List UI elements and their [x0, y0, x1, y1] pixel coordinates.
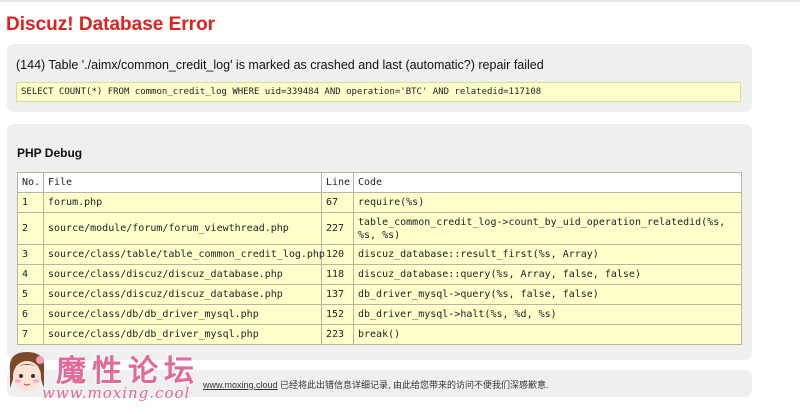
row-file: source/module/forum/forum_viewthread.php [43, 212, 322, 245]
error-panel: (144) Table './aimx/common_credit_log' i… [7, 44, 752, 112]
row-code: db_driver_mysql->query(%s, false, false) [353, 284, 742, 305]
row-no: 2 [17, 212, 44, 245]
sql-query: SELECT COUNT(*) FROM common_credit_log W… [16, 82, 741, 102]
row-file: source/class/table/table_common_credit_l… [43, 244, 325, 265]
row-line: 120 [321, 244, 354, 265]
row-code: table_common_credit_log->count_by_uid_op… [353, 212, 742, 245]
table-header-row: No. File Line Code [17, 172, 742, 193]
row-code: discuz_database::result_first(%s, Array) [353, 244, 742, 265]
footer-message: 已经将此出错信息详细记录, 由此给您带来的访问不便我们深感歉意. [277, 380, 549, 390]
row-line: 227 [321, 212, 354, 245]
row-code: require(%s) [353, 192, 742, 213]
row-no: 7 [17, 324, 44, 345]
row-no: 6 [17, 304, 44, 325]
top-border [0, 0, 800, 2]
row-line: 223 [321, 324, 354, 345]
row-line: 137 [321, 284, 354, 305]
row-file: source/class/discuz/discuz_database.php [43, 284, 322, 305]
watermark-url: www.moxing.cool [42, 384, 191, 402]
row-code: break() [353, 324, 742, 345]
row-no: 1 [17, 192, 44, 213]
row-file: source/class/db/db_driver_mysql.php [43, 304, 322, 325]
row-no: 3 [17, 244, 44, 265]
table-row: 6 source/class/db/db_driver_mysql.php 15… [17, 304, 742, 325]
table-row: 2 source/module/forum/forum_viewthread.p… [17, 212, 742, 245]
row-code: discuz_database::query(%s, Array, false,… [353, 264, 742, 285]
header-file: File [43, 172, 322, 193]
row-file: source/class/db/db_driver_mysql.php [43, 324, 322, 345]
table-row: 3 source/class/table/table_common_credit… [17, 244, 742, 265]
table-row: 4 source/class/discuz/discuz_database.ph… [17, 264, 742, 285]
header-no: No. [17, 172, 44, 193]
table-row: 1 forum.php 67 require(%s) [17, 192, 742, 213]
footer-site-link[interactable]: www.moxing.cloud [203, 380, 278, 390]
table-row: 5 source/class/discuz/discuz_database.ph… [17, 284, 742, 305]
row-file: forum.php [43, 192, 322, 213]
error-message: (144) Table './aimx/common_credit_log' i… [16, 58, 544, 72]
row-line: 67 [321, 192, 354, 213]
page-title: Discuz! Database Error [6, 14, 216, 35]
row-code: db_driver_mysql->halt(%s, %d, %s) [353, 304, 742, 325]
debug-title: PHP Debug [17, 146, 83, 160]
debug-panel: PHP Debug No. File Line Code 1 forum.php… [7, 124, 752, 360]
header-code: Code [353, 172, 742, 193]
row-no: 5 [17, 284, 44, 305]
header-line: Line [321, 172, 354, 193]
debug-trace-table: No. File Line Code 1 forum.php 67 requir… [17, 172, 742, 345]
site-watermark: 魔性论坛 www.moxing.cool [4, 344, 214, 410]
row-line: 152 [321, 304, 354, 325]
table-row: 7 source/class/db/db_driver_mysql.php 22… [17, 324, 742, 345]
footer-notice: www.moxing.cloud 已经将此出错信息详细记录, 由此给您带来的访问… [203, 378, 549, 391]
row-line: 118 [321, 264, 354, 285]
row-no: 4 [17, 264, 44, 285]
row-file: source/class/discuz/discuz_database.php [43, 264, 322, 285]
